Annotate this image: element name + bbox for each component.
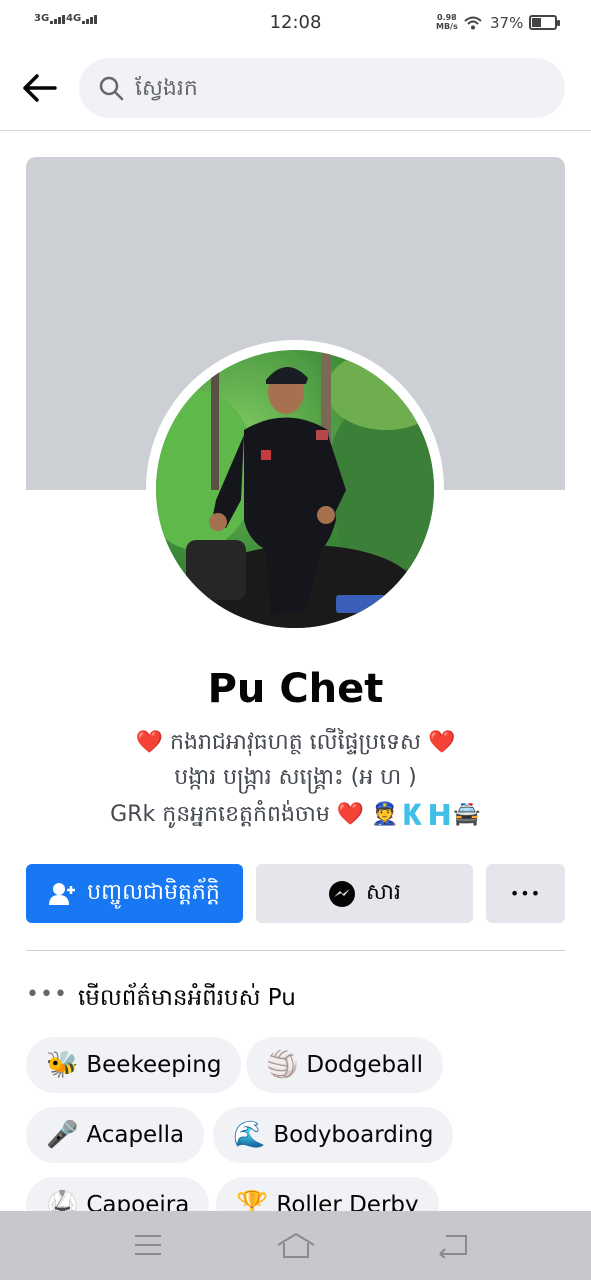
home-icon — [277, 1232, 315, 1258]
bio-line-2: បង្ការ បង្ក្រារ សង្គ្រោះ (អ ហ ) — [174, 765, 417, 790]
back-system-button[interactable] — [431, 1227, 471, 1263]
status-bar: 3G 4G 12:08 0.98 MB/s 37% — [0, 0, 591, 46]
menu-button[interactable] — [128, 1227, 168, 1263]
return-icon — [439, 1235, 467, 1258]
home-button[interactable] — [276, 1227, 316, 1263]
hobby-label: Beekeeping — [86, 1052, 222, 1078]
add-friend-icon — [49, 882, 77, 906]
bio-emojis: 👮🇰🇭🚔 — [371, 802, 481, 827]
search-icon — [97, 74, 125, 102]
more-dots-icon: ••• — [509, 884, 542, 903]
network-speed: 0.98 MB/s — [436, 13, 458, 31]
back-button[interactable] — [16, 68, 62, 108]
avatar-photo — [156, 350, 434, 628]
profile-name: Pu Chet — [207, 666, 384, 712]
speed-value: 0.98 — [437, 13, 457, 22]
hobby-chip-beekeeping[interactable]: 🐝 Beekeeping — [26, 1037, 242, 1093]
menu-icon — [135, 1235, 161, 1255]
hobby-chip-bodyboarding[interactable]: 🌊 Bodyboarding — [213, 1107, 454, 1163]
divider — [26, 950, 565, 951]
more-dots-icon: ••• — [26, 981, 68, 1007]
ball-icon: 🏐 — [266, 1050, 299, 1080]
more-options-button[interactable]: ••• — [486, 864, 565, 923]
search-input[interactable] — [135, 75, 535, 101]
system-navigation-bar — [0, 1211, 591, 1280]
hobby-label: Acapella — [86, 1122, 185, 1148]
hobby-label: Dodgeball — [306, 1052, 423, 1078]
search-box[interactable] — [79, 58, 565, 118]
bee-icon: 🐝 — [46, 1050, 79, 1080]
see-about-info-link[interactable]: ••• មើលព័ត៌មានអំពីរបស់ Pu — [26, 982, 296, 1018]
speed-unit: MB/s — [436, 22, 458, 31]
message-label: សារ — [366, 879, 401, 905]
hobby-chip-acapella[interactable]: 🎤 Acapella — [26, 1107, 205, 1163]
wifi-icon — [464, 15, 482, 34]
battery-percent: 37% — [490, 14, 524, 32]
message-button[interactable]: សារ — [256, 864, 473, 923]
messenger-icon — [328, 880, 356, 908]
heart-icon: ❤️ — [427, 730, 456, 755]
profile-avatar[interactable] — [156, 350, 434, 628]
heart-icon: ❤️ — [336, 802, 365, 827]
heart-icon: ❤️ — [135, 730, 164, 755]
bio-line-3-text: GRk កូនអ្នកខេត្តកំពង់ចាម — [110, 802, 330, 827]
microphone-icon: 🎤 — [46, 1120, 79, 1150]
add-friend-label: បញ្ចូលជាមិត្តភ័ក្ដិ — [87, 879, 220, 905]
bio-line-3: GRk កូនអ្នកខេត្តកំពង់ចាម ❤️ 👮🇰🇭🚔 — [0, 800, 591, 832]
wave-icon: 🌊 — [233, 1120, 266, 1150]
hobby-chip-dodgeball[interactable]: 🏐 Dodgeball — [246, 1037, 443, 1093]
about-label: មើលព័ត៌មានអំពីរបស់ Pu — [78, 984, 296, 1011]
bio-line-1-text: កងរាជអាវុធហត្ថ លើផ្ទៃប្រទេស — [170, 730, 421, 755]
search-header — [0, 46, 591, 131]
add-friend-button[interactable]: បញ្ចូលជាមិត្តភ័ក្ដិ — [26, 864, 243, 923]
hobby-label: Bodyboarding — [273, 1122, 434, 1148]
battery-icon — [529, 15, 560, 30]
bio-line-1: ❤️ កងរាជអាវុធហត្ថ លើផ្ទៃប្រទេស ❤️ — [0, 728, 591, 760]
back-arrow-icon — [23, 74, 57, 102]
